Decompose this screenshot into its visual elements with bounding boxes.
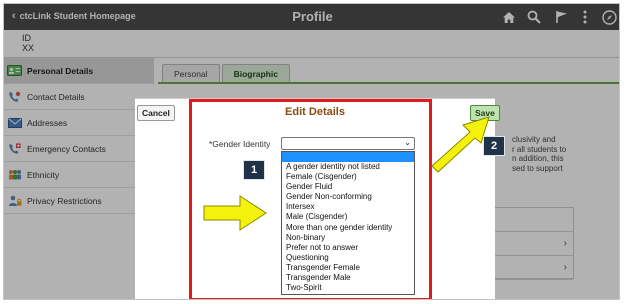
arrow-right-icon (203, 195, 267, 231)
screenshot-frame: ‹ ctcLink Student Homepage Profile ID XX (3, 3, 620, 300)
callout-badge-2: 2 (483, 136, 505, 156)
callout-badge-1: 1 (243, 160, 265, 180)
